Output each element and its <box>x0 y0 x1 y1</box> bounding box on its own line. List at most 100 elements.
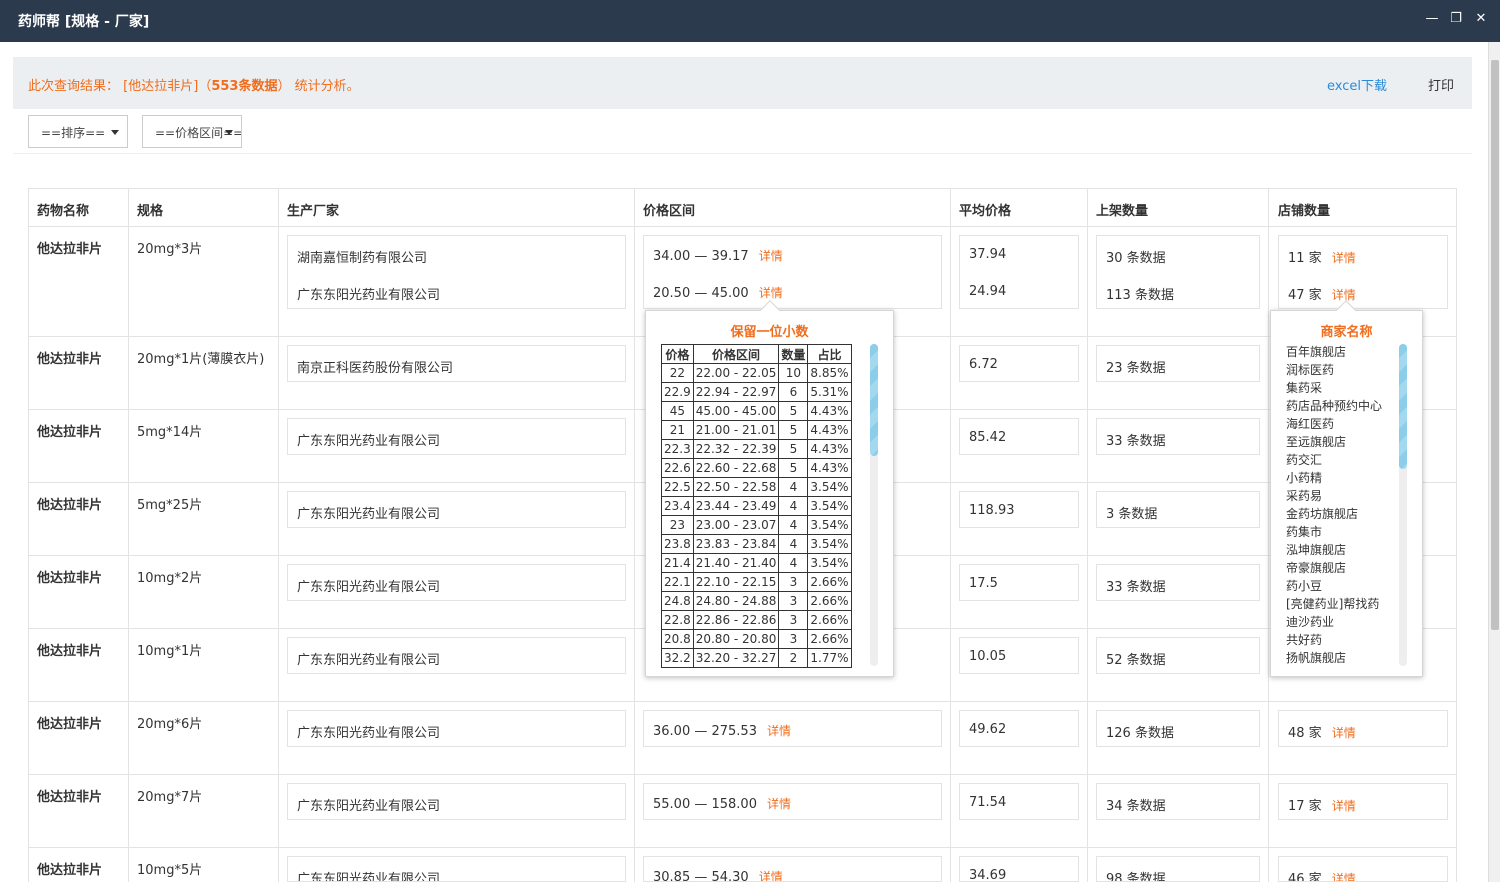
header-spec: 规格 <box>137 204 164 219</box>
table-cell: 3.54% <box>807 477 852 497</box>
detail-link[interactable]: 详情 <box>1332 726 1356 740</box>
list-item: 小药精 <box>1286 471 1323 485</box>
table-cell: 4 <box>778 496 809 516</box>
list-item: 药店品种预约中心 <box>1286 399 1383 413</box>
maker-cell: 广东东阳光药业有限公司 <box>287 783 626 820</box>
list-item: 共好药 <box>1286 633 1323 647</box>
list-item: 润标医药 <box>1286 363 1335 377</box>
list-item: [亮健药业]帮找药 <box>1286 597 1380 611</box>
drug-name: 他达拉非片 <box>37 644 103 659</box>
title-bar: 药师帮 [规格 - 厂家] — ❐ ✕ <box>0 0 1500 42</box>
table-row: 22.3 22.32 - 22.39 5 4.43% <box>661 439 852 459</box>
drug-name: 他达拉非片 <box>37 790 103 805</box>
maker-cell: 广东东阳光药业有限公司 <box>287 418 626 455</box>
excel-download-link[interactable]: excel下载 <box>1327 75 1387 94</box>
table-cell: 2.66% <box>807 629 852 649</box>
chevron-down-icon <box>225 130 233 135</box>
table-cell: 20.80 - 20.80 <box>692 629 780 649</box>
price-range-cell: 55.00 — 158.00 详情 <box>643 783 942 820</box>
table-cell: 2.66% <box>807 572 852 592</box>
table-cell: 4.43% <box>807 420 852 440</box>
header-name: 药物名称 <box>37 204 90 219</box>
table-cell: 21.4 <box>661 553 694 573</box>
table-cell: 4.43% <box>807 401 852 421</box>
price-range-select[interactable]: ==价格区间== <box>142 115 242 148</box>
table-cell: 4 <box>778 515 809 535</box>
maker-cell: 南京正科医药股份有限公司 <box>287 345 626 382</box>
header-maker: 生产厂家 <box>287 204 340 219</box>
table-cell: 4 <box>778 477 809 497</box>
table-cell: 23.4 <box>661 496 694 516</box>
table-cell: 4 <box>778 553 809 573</box>
listed-count-cell: 23 条数据 <box>1096 345 1260 382</box>
table-cell: 23.83 - 23.84 <box>692 534 780 554</box>
detail-link[interactable]: 详情 <box>767 797 791 811</box>
sort-select[interactable]: ==排序== <box>28 115 128 148</box>
drug-spec: 20mg*6片 <box>137 717 203 732</box>
table-cell: 5 <box>778 420 809 440</box>
table-cell: 20.8 <box>661 629 694 649</box>
table-cell: 23.44 - 23.49 <box>692 496 780 516</box>
list-item: 药集市 <box>1286 525 1323 539</box>
maximize-icon[interactable]: ❐ <box>1447 10 1465 28</box>
detail-link[interactable]: 详情 <box>759 870 783 881</box>
shop-list: 百年旗舰店 润标医药 集药采 药店品种预约中心 海红医药 至远旗舰店 药交汇 小药精 采药易 金药… <box>1286 343 1382 667</box>
table-cell: 32.2 <box>661 648 694 668</box>
scrollbar-thumb[interactable] <box>1491 60 1499 630</box>
detail-link[interactable]: 详情 <box>759 249 783 263</box>
detail-link[interactable]: 详情 <box>1332 251 1356 265</box>
listed-count-cell: 126 条数据 <box>1096 710 1260 747</box>
drug-name: 他达拉非片 <box>37 571 103 586</box>
detail-link[interactable]: 详情 <box>1332 872 1356 881</box>
table-cell: 3.54% <box>807 553 852 573</box>
print-button[interactable]: 打印 <box>1428 75 1454 94</box>
maker-cell: 广东东阳光药业有限公司 <box>287 491 626 528</box>
page-scrollbar[interactable] <box>1488 42 1500 882</box>
drug-spec: 20mg*3片 <box>137 242 203 257</box>
list-item: 药小豆 <box>1286 579 1323 593</box>
maker-cell: 广东东阳光药业有限公司 <box>287 637 626 674</box>
price-distribution-popup: 保留一位小数 价格 价格区间 数量 占比 22 22.00 - 22.05 10 8.85%… <box>645 300 894 677</box>
popup-scrollbar[interactable] <box>1399 344 1407 666</box>
table-row: 22.9 22.94 - 22.97 6 5.31% <box>661 382 852 402</box>
detail-link[interactable]: 详情 <box>759 286 783 300</box>
detail-link[interactable]: 详情 <box>767 724 791 738</box>
drug-spec: 20mg*7片 <box>137 790 203 805</box>
close-icon[interactable]: ✕ <box>1472 10 1490 28</box>
avg-price-cell: 71.54 <box>959 783 1079 820</box>
table-row: 23.4 23.44 - 23.49 4 3.54% <box>661 496 852 516</box>
table-cell: 4 <box>778 534 809 554</box>
listed-count-cell: 3 条数据 <box>1096 491 1260 528</box>
listed-count-cell: 34 条数据 <box>1096 783 1260 820</box>
table-row: 23 23.00 - 23.07 4 3.54% <box>661 515 852 535</box>
shop-count-cell: 48 家详情 <box>1278 710 1448 747</box>
maker-cell: 广东东阳光药业有限公司 <box>287 856 626 882</box>
detail-link[interactable]: 详情 <box>1332 799 1356 813</box>
shop-list-popup: 商家名称 百年旗舰店 润标医药 集药采 药店品种预约中心 海红医药 至远旗舰店 药交汇 小药精… <box>1270 300 1423 677</box>
table-cell: 22.10 - 22.15 <box>692 572 780 592</box>
price-range-cell: 30.85 — 54.30 详情 <box>643 856 942 882</box>
table-cell: 22.50 - 22.58 <box>692 477 780 497</box>
drug-name: 他达拉非片 <box>37 498 103 513</box>
list-item: 帝豪旗舰店 <box>1286 561 1347 575</box>
avg-price-cell: 6.72 <box>959 345 1079 382</box>
window-title: 药师帮 [规格 - 厂家] <box>18 14 150 30</box>
maker-cell: 湖南嘉恒制药有限公司 广东东阳光药业有限公司 <box>287 235 626 309</box>
list-item: 采药易 <box>1286 489 1323 503</box>
popup-scrollbar[interactable] <box>870 344 878 666</box>
minimize-icon[interactable]: — <box>1423 10 1441 28</box>
detail-link[interactable]: 详情 <box>1332 288 1356 302</box>
header-listed-count: 上架数量 <box>1096 204 1149 219</box>
avg-price-cell: 10.05 <box>959 637 1079 674</box>
drug-spec: 5mg*25片 <box>137 498 203 513</box>
table-cell: 8.85% <box>807 363 852 383</box>
popup-column-header: 数量 <box>778 344 809 364</box>
popup-column-header: 占比 <box>807 344 852 364</box>
table-row: 22.5 22.50 - 22.58 4 3.54% <box>661 477 852 497</box>
table-row: 22.1 22.10 - 22.15 3 2.66% <box>661 572 852 592</box>
table-row: 45 45.00 - 45.00 5 4.43% <box>661 401 852 421</box>
table-cell: 5.31% <box>807 382 852 402</box>
table-cell: 4.43% <box>807 458 852 478</box>
drug-name: 他达拉非片 <box>37 863 103 878</box>
drug-spec: 20mg*1片(薄膜衣片) <box>137 352 265 367</box>
